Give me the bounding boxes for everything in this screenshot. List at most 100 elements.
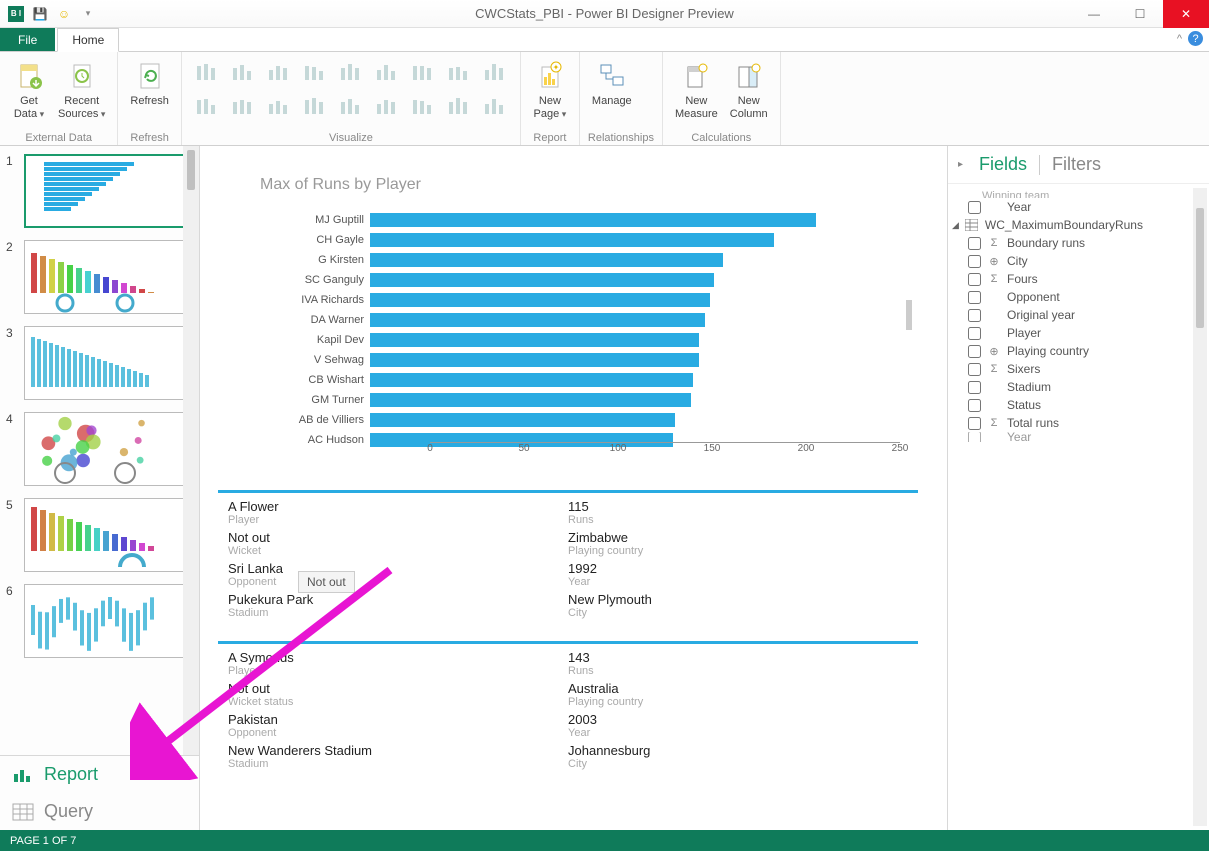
collapse-ribbon-icon[interactable]: ^ [1177, 33, 1182, 45]
report-canvas[interactable]: Max of Runs by Player MJ GuptillCH Gayle… [200, 146, 947, 830]
fields-scrollbar[interactable] [1193, 188, 1207, 826]
viz-type-button[interactable] [298, 89, 332, 121]
query-view-tab[interactable]: Query [0, 793, 199, 830]
get-data-button[interactable]: Get Data [8, 55, 50, 122]
viz-type-button[interactable] [190, 55, 224, 87]
close-button[interactable]: ✕ [1163, 0, 1209, 28]
field-checkbox[interactable] [968, 399, 981, 412]
viz-type-button[interactable] [262, 89, 296, 121]
bar-row[interactable]: G Kirsten [260, 250, 910, 270]
field-item[interactable]: ⊕Playing country [950, 342, 1205, 360]
field-checkbox[interactable] [968, 432, 981, 442]
smiley-icon[interactable]: ☺ [56, 6, 72, 22]
home-tab[interactable]: Home [57, 28, 119, 52]
page-thumbnail[interactable]: 2 [0, 232, 199, 318]
field-checkbox[interactable] [968, 363, 981, 376]
bar-row[interactable]: V Sehwag [260, 350, 910, 370]
field-checkbox[interactable] [968, 201, 981, 214]
bar-chart[interactable]: MJ GuptillCH GayleG KirstenSC GangulyIVA… [260, 210, 910, 460]
visualization-gallery[interactable] [190, 55, 512, 121]
fields-header[interactable]: Fields [979, 154, 1027, 175]
viz-type-button[interactable] [190, 89, 224, 121]
bar-row[interactable]: Kapil Dev [260, 330, 910, 350]
field-item[interactable]: ΣBoundary runs [950, 234, 1205, 252]
page-navigator: 123456 Report Query [0, 146, 200, 830]
sigma-icon: Σ [987, 416, 1001, 430]
viz-type-button[interactable] [478, 89, 512, 121]
viz-type-button[interactable] [226, 55, 260, 87]
pane-collapse-icon[interactable]: ▸ [958, 159, 963, 170]
new-measure-button[interactable]: New Measure [671, 55, 722, 122]
field-checkbox[interactable] [968, 255, 981, 268]
qat-dropdown-icon[interactable]: ▾ [80, 6, 96, 22]
chart-resize-handle[interactable] [906, 300, 912, 330]
field-checkbox[interactable] [968, 237, 981, 250]
maximize-button[interactable]: ☐ [1117, 0, 1163, 28]
detail-cards[interactable]: A FlowerPlayer115RunsNot outWicketZimbab… [218, 490, 918, 792]
card-value: Pukekura Park [228, 592, 568, 607]
collapse-icon[interactable]: ◢ [952, 220, 959, 231]
bar-row[interactable]: SC Ganguly [260, 270, 910, 290]
viz-type-button[interactable] [370, 55, 404, 87]
viz-type-button[interactable] [370, 89, 404, 121]
viz-type-button[interactable] [334, 55, 368, 87]
bar-label: GM Turner [260, 394, 370, 406]
field-label: Total runs [1007, 416, 1059, 430]
thumbnail-scrollbar[interactable] [183, 146, 199, 755]
detail-card[interactable]: A FlowerPlayer115RunsNot outWicketZimbab… [218, 490, 918, 623]
bar-row[interactable]: DA Warner [260, 310, 910, 330]
page-thumbnail[interactable]: 4 [0, 404, 199, 490]
tooltip: Not out [298, 571, 355, 593]
viz-type-button[interactable] [226, 89, 260, 121]
save-icon[interactable]: 💾 [32, 6, 48, 22]
bar-row[interactable]: CB Wishart [260, 370, 910, 390]
field-checkbox[interactable] [968, 309, 981, 322]
refresh-button[interactable]: Refresh [126, 55, 173, 110]
field-checkbox[interactable] [968, 273, 981, 286]
minimize-button[interactable]: — [1071, 0, 1117, 28]
field-item[interactable]: Σ Total runs [950, 414, 1205, 432]
manage-relationships-button[interactable]: Manage [588, 55, 636, 110]
viz-type-button[interactable] [442, 55, 476, 87]
field-checkbox[interactable] [968, 417, 981, 430]
field-item[interactable]: Opponent [950, 288, 1205, 306]
field-checkbox[interactable] [968, 381, 981, 394]
field-checkbox[interactable] [968, 327, 981, 340]
page-thumbnail[interactable]: 1 [0, 146, 199, 232]
viz-type-button[interactable] [334, 89, 368, 121]
field-checkbox[interactable] [968, 291, 981, 304]
page-thumbnail[interactable]: 5 [0, 490, 199, 576]
field-item[interactable]: ΣSixers [950, 360, 1205, 378]
viz-type-button[interactable] [298, 55, 332, 87]
field-item[interactable]: Player [950, 324, 1205, 342]
table-node[interactable]: ◢ WC_MaximumBoundaryRuns [950, 216, 1205, 234]
help-icon[interactable]: ? [1188, 31, 1203, 46]
field-item[interactable]: Status [950, 396, 1205, 414]
viz-type-button[interactable] [478, 55, 512, 87]
field-item[interactable]: Year ˄ [950, 198, 1205, 216]
viz-type-button[interactable] [406, 55, 440, 87]
viz-type-button[interactable] [442, 89, 476, 121]
field-item[interactable]: Stadium [950, 378, 1205, 396]
bar-row[interactable]: IVA Richards [260, 290, 910, 310]
field-item[interactable]: Original year [950, 306, 1205, 324]
filters-header[interactable]: Filters [1052, 154, 1101, 175]
report-view-tab[interactable]: Report [0, 756, 199, 793]
bar-row[interactable]: MJ Guptill [260, 210, 910, 230]
new-page-button[interactable]: ✦ New Page [529, 55, 571, 122]
field-item[interactable]: ΣFours [950, 270, 1205, 288]
bar-row[interactable]: CH Gayle [260, 230, 910, 250]
field-item[interactable]: ⊕City [950, 252, 1205, 270]
detail-card[interactable]: A SymondsPlayer143RunsNot outWicket stat… [218, 641, 918, 774]
page-thumbnail[interactable]: 3 [0, 318, 199, 404]
viz-type-button[interactable] [262, 55, 296, 87]
file-tab[interactable]: File [0, 28, 55, 51]
new-column-button[interactable]: New Column [726, 55, 772, 122]
field-item[interactable]: Year [950, 432, 1205, 442]
bar-row[interactable]: GM Turner [260, 390, 910, 410]
bar-row[interactable]: AB de Villiers [260, 410, 910, 430]
recent-sources-button[interactable]: Recent Sources [54, 55, 109, 122]
field-checkbox[interactable] [968, 345, 981, 358]
viz-type-button[interactable] [406, 89, 440, 121]
page-thumbnail[interactable]: 6 [0, 576, 199, 662]
